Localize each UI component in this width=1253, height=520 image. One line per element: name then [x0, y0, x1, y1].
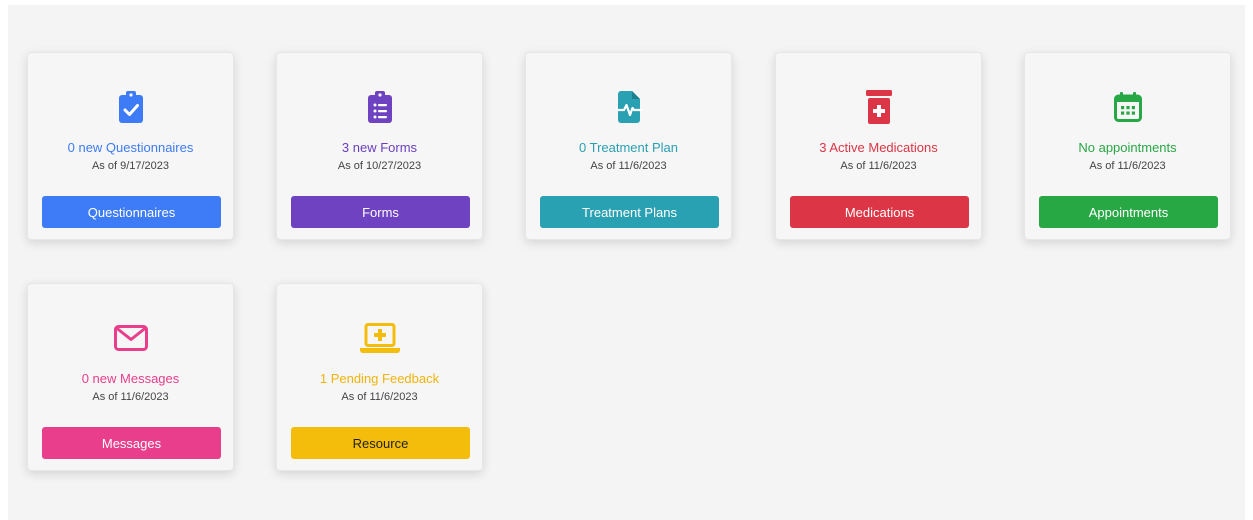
questionnaires-date: As of 9/17/2023	[91, 160, 170, 172]
messages-card: 0 new Messages As of 11/6/2023 Messages	[27, 283, 234, 471]
questionnaires-count: 0 new Questionnaires	[67, 140, 194, 155]
messages-button[interactable]: Messages	[42, 427, 221, 459]
feedback-count: 1 Pending Feedback	[319, 371, 440, 386]
treatment-plan-date: As of 11/6/2023	[590, 160, 667, 172]
resource-card: 1 Pending Feedback As of 11/6/2023 Resou…	[276, 283, 483, 471]
appointments-date: As of 11/6/2023	[1089, 160, 1166, 172]
treatment-plans-button[interactable]: Treatment Plans	[540, 196, 719, 228]
appointments-status: No appointments	[1078, 140, 1177, 155]
resource-button[interactable]: Resource	[291, 427, 470, 459]
feedback-date: As of 11/6/2023	[341, 391, 418, 403]
clipboard-list-icon	[277, 91, 482, 123]
appointments-button[interactable]: Appointments	[1039, 196, 1218, 228]
questionnaires-button[interactable]: Questionnaires	[42, 196, 221, 228]
appointments-card: No appointments As of 11/6/2023 Appointm…	[1024, 52, 1231, 240]
questionnaires-card: 0 new Questionnaires As of 9/17/2023 Que…	[27, 52, 234, 240]
medications-date: As of 11/6/2023	[840, 160, 917, 172]
forms-date: As of 10/27/2023	[337, 160, 422, 172]
pill-bottle-icon	[776, 90, 981, 124]
envelope-icon	[28, 322, 233, 354]
dashboard-panel: 0 new Questionnaires As of 9/17/2023 Que…	[8, 5, 1245, 520]
medical-file-icon	[526, 91, 731, 123]
treatment-plans-card: 0 Treatment Plan As of 11/6/2023 Treatme…	[525, 52, 732, 240]
medications-count: 3 Active Medications	[819, 140, 938, 155]
laptop-medical-icon	[277, 322, 482, 354]
calendar-icon	[1025, 91, 1230, 123]
medications-button[interactable]: Medications	[790, 196, 969, 228]
forms-count: 3 new Forms	[341, 140, 418, 155]
clipboard-check-icon	[28, 91, 233, 123]
forms-card: 3 new Forms As of 10/27/2023 Forms	[276, 52, 483, 240]
messages-count: 0 new Messages	[81, 371, 180, 386]
messages-date: As of 11/6/2023	[92, 391, 169, 403]
medications-card: 3 Active Medications As of 11/6/2023 Med…	[775, 52, 982, 240]
treatment-plan-count: 0 Treatment Plan	[579, 140, 678, 155]
forms-button[interactable]: Forms	[291, 196, 470, 228]
